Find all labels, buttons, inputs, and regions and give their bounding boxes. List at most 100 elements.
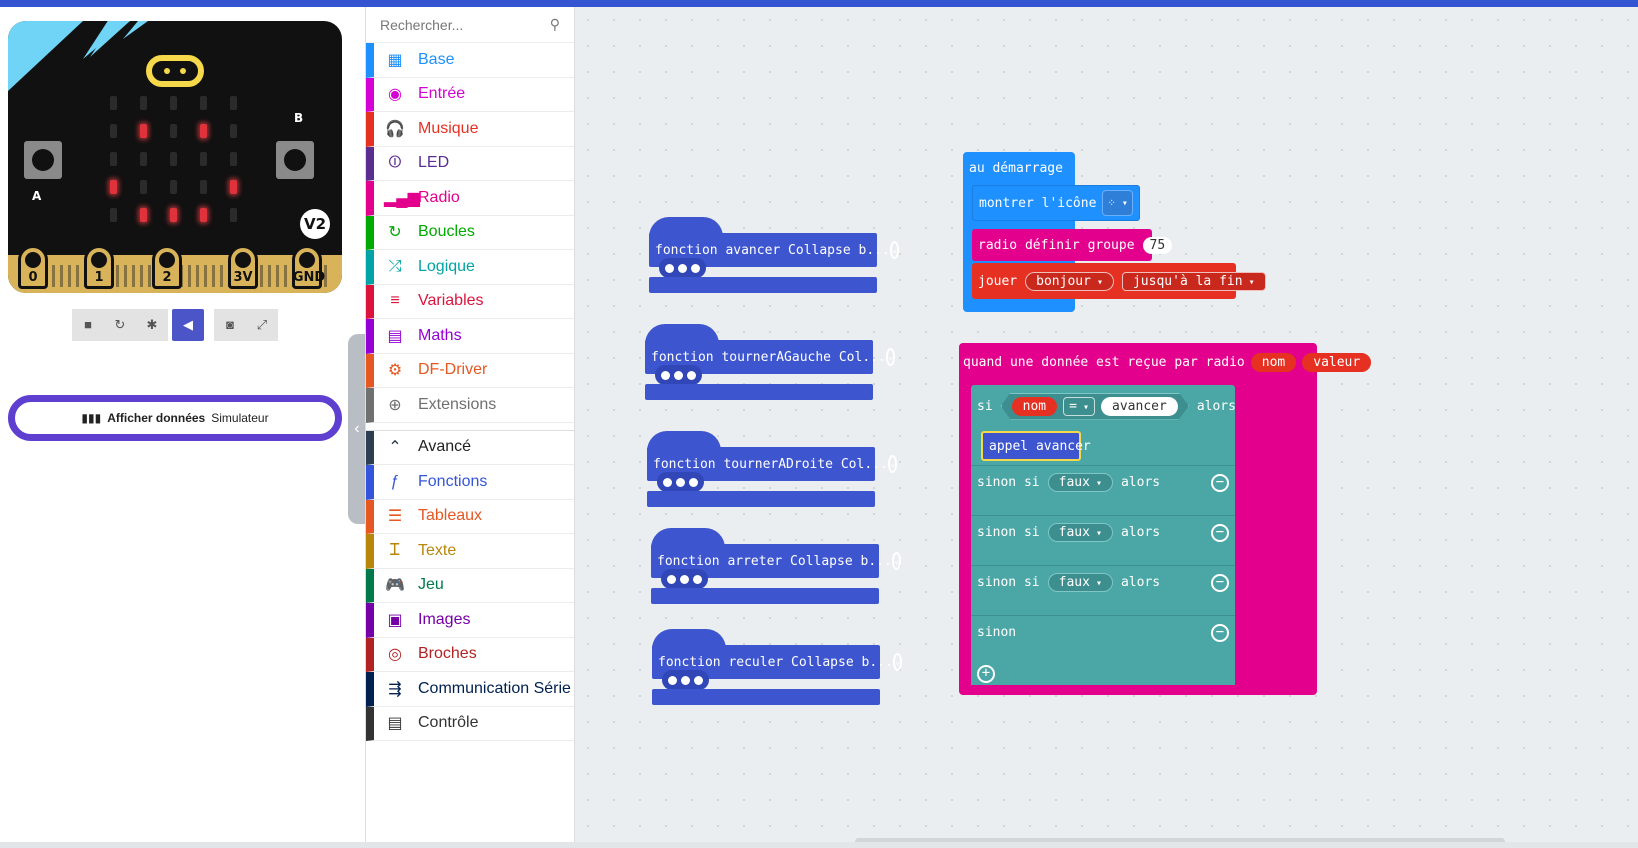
collapse-chevron-icon[interactable]: ⌄ xyxy=(887,455,898,473)
toolbox-category-label: Contrôle xyxy=(418,714,479,732)
collapsed-dots-icon[interactable] xyxy=(657,472,704,492)
toolbox-category-label: Maths xyxy=(418,326,462,344)
toolbox-category-contr-le[interactable]: ▤ Contrôle xyxy=(366,706,574,741)
toolbox-category-communication-s-rie[interactable]: ⇶ Communication Série xyxy=(366,672,574,707)
then-label: alors xyxy=(1196,398,1236,414)
toolbox-category-images[interactable]: ▣ Images xyxy=(366,603,574,638)
comparison-block[interactable]: nom = avancer xyxy=(1001,393,1189,420)
toolbox-category-label: Entrée xyxy=(418,85,466,103)
function-label: fonction avancer Collapse b... xyxy=(655,242,890,258)
false-dropdown[interactable]: faux xyxy=(1047,473,1113,492)
shuffle-icon: ⤮ xyxy=(388,257,402,275)
remove-minus-icon[interactable]: − xyxy=(1211,624,1229,642)
microbit-board[interactable]: A B V2 0 1 2 3V GND xyxy=(8,21,342,293)
toolbox-category-label: Communication Série xyxy=(418,679,571,697)
remove-minus-icon[interactable]: − xyxy=(1211,524,1229,542)
param-nom[interactable]: nom xyxy=(1250,352,1297,372)
blocks-workspace[interactable]: fonction avancer Collapse b... ⌄ fonction … xyxy=(575,7,1638,845)
remove-minus-icon[interactable]: − xyxy=(1211,474,1229,492)
pin-label: GND xyxy=(292,270,326,285)
toolbox-category-maths[interactable]: ▤ Maths xyxy=(366,319,574,354)
toolbox-category-label: Radio xyxy=(418,188,460,206)
collapse-chevron-icon[interactable]: ⌄ xyxy=(885,348,896,366)
screenshot-camera-icon[interactable]: ◙ xyxy=(214,309,246,341)
toolbox-category-entr-e[interactable]: ◉ Entrée xyxy=(366,77,574,112)
toolbox-category-tableaux[interactable]: ☰ Tableaux xyxy=(366,499,574,534)
show-data-source: Simulateur xyxy=(211,411,269,425)
call-avancer-block[interactable]: appel avancer xyxy=(981,431,1091,461)
microbit-logo-touch[interactable] xyxy=(146,55,204,87)
collapsed-dots-icon[interactable] xyxy=(659,258,706,278)
add-branch-row: + xyxy=(971,663,1235,685)
radio-set-group-block[interactable]: radio définir groupe 75 xyxy=(972,229,1173,261)
debug-bug-icon[interactable]: ✱ xyxy=(136,309,168,341)
var-nom[interactable]: nom xyxy=(1012,397,1057,416)
button-b[interactable] xyxy=(276,141,314,179)
toolbox-category-label: Musique xyxy=(418,119,479,137)
search-input[interactable]: Rechercher... xyxy=(380,17,463,33)
fullscreen-icon[interactable]: ⤢ xyxy=(246,309,278,341)
toolbox-category-label: Logique xyxy=(418,257,475,275)
toolbox-category-df-driver[interactable]: ⚙ DF-Driver xyxy=(366,353,574,388)
stop-icon[interactable]: ■ xyxy=(72,309,104,341)
show-data-simulator-button[interactable]: ▮▮▮ Afficher données Simulateur xyxy=(8,395,342,441)
collapsed-dots-icon[interactable] xyxy=(662,670,709,690)
mute-speaker-icon[interactable]: ◀ xyxy=(172,309,204,341)
chevron-up-icon: ⌃ xyxy=(388,439,402,457)
collapse-chevron-icon[interactable]: ⌄ xyxy=(889,241,900,259)
collapse-chevron-icon[interactable]: ⌄ xyxy=(891,552,902,570)
usb-icon: ⇶ xyxy=(388,680,402,698)
radio-set-group-label: radio définir groupe xyxy=(978,237,1135,253)
collapse-simulator-chevron-icon[interactable]: ‹ xyxy=(348,334,366,524)
toolbox-category-radio[interactable]: ▂▄▆ Radio xyxy=(366,181,574,216)
collapse-chevron-icon[interactable]: ⌄ xyxy=(892,653,903,671)
icon-picker-dropdown[interactable]: ⁘ ▾ xyxy=(1102,190,1133,216)
remove-minus-icon[interactable]: − xyxy=(1211,574,1229,592)
false-dropdown[interactable]: faux xyxy=(1047,523,1113,542)
else-if-label: sinon si xyxy=(977,475,1040,490)
then-label: alors xyxy=(1120,575,1161,590)
function-label: fonction arreter Collapse b... xyxy=(657,553,892,569)
else-label: sinon xyxy=(977,625,1017,640)
toolbox-category-boucles[interactable]: ↻ Boucles xyxy=(366,215,574,250)
show-data-label: Afficher données xyxy=(107,411,206,425)
search-icon[interactable]: ⚲ xyxy=(550,16,560,33)
gamepad-icon: 🎮 xyxy=(385,577,405,595)
else-if-row[interactable]: sinon si faux alors − xyxy=(971,465,1235,499)
toolbox-category-musique[interactable]: 🎧 Musique xyxy=(366,112,574,147)
string-avancer[interactable]: avancer xyxy=(1101,397,1178,416)
restart-icon[interactable]: ↻ xyxy=(104,309,136,341)
target-icon: ◎ xyxy=(388,646,402,664)
toolbox-category-jeu[interactable]: 🎮 Jeu xyxy=(366,568,574,603)
collapsed-dots-icon[interactable] xyxy=(655,365,702,385)
false-dropdown[interactable]: faux xyxy=(1047,573,1113,592)
toolbox-category-extensions[interactable]: ⊕ Extensions xyxy=(366,388,574,423)
toolbox-search[interactable]: Rechercher... ⚲ xyxy=(366,7,574,43)
add-plus-icon[interactable]: + xyxy=(977,665,995,683)
toolbox-category-logique[interactable]: ⤮ Logique xyxy=(366,250,574,285)
play-melody-block[interactable]: jouer bonjour jusqu'à la fin xyxy=(972,263,1266,299)
toolbox-category-base[interactable]: ▦ Base xyxy=(366,43,574,78)
melody-dropdown[interactable]: bonjour xyxy=(1025,271,1114,291)
list-bullets-icon: ☰ xyxy=(387,508,403,526)
toolbox-category-led[interactable]: ⏼ LED xyxy=(366,146,574,181)
else-if-row[interactable]: sinon si faux alors − xyxy=(971,515,1235,549)
show-icon-block[interactable]: montrer l'icône ⁘ ▾ xyxy=(972,185,1140,221)
toolbox-category-variables[interactable]: ≡ Variables xyxy=(366,284,574,319)
group-number-field[interactable]: 75 xyxy=(1142,236,1173,254)
pin-label: 3V xyxy=(233,270,253,285)
operator-dropdown[interactable]: = xyxy=(1063,397,1095,416)
toolbox-category-avanc-[interactable]: ⌃ Avancé xyxy=(366,430,574,465)
toolbox-category-texte[interactable]: Ꮖ Texte xyxy=(366,534,574,569)
play-mode-dropdown[interactable]: jusqu'à la fin xyxy=(1121,271,1266,291)
else-row[interactable]: sinon − xyxy=(971,615,1235,649)
toolbox-category-label: LED xyxy=(418,154,450,172)
bottom-bar xyxy=(0,842,1638,848)
button-a[interactable] xyxy=(24,141,62,179)
collapsed-dots-icon[interactable] xyxy=(661,569,708,589)
refresh-icon: ↻ xyxy=(388,224,402,242)
else-if-row[interactable]: sinon si faux alors − xyxy=(971,565,1235,599)
param-valeur[interactable]: valeur xyxy=(1302,352,1372,372)
toolbox-category-broches[interactable]: ◎ Broches xyxy=(366,637,574,672)
toolbox-category-fonctions[interactable]: ƒ Fonctions xyxy=(366,465,574,500)
